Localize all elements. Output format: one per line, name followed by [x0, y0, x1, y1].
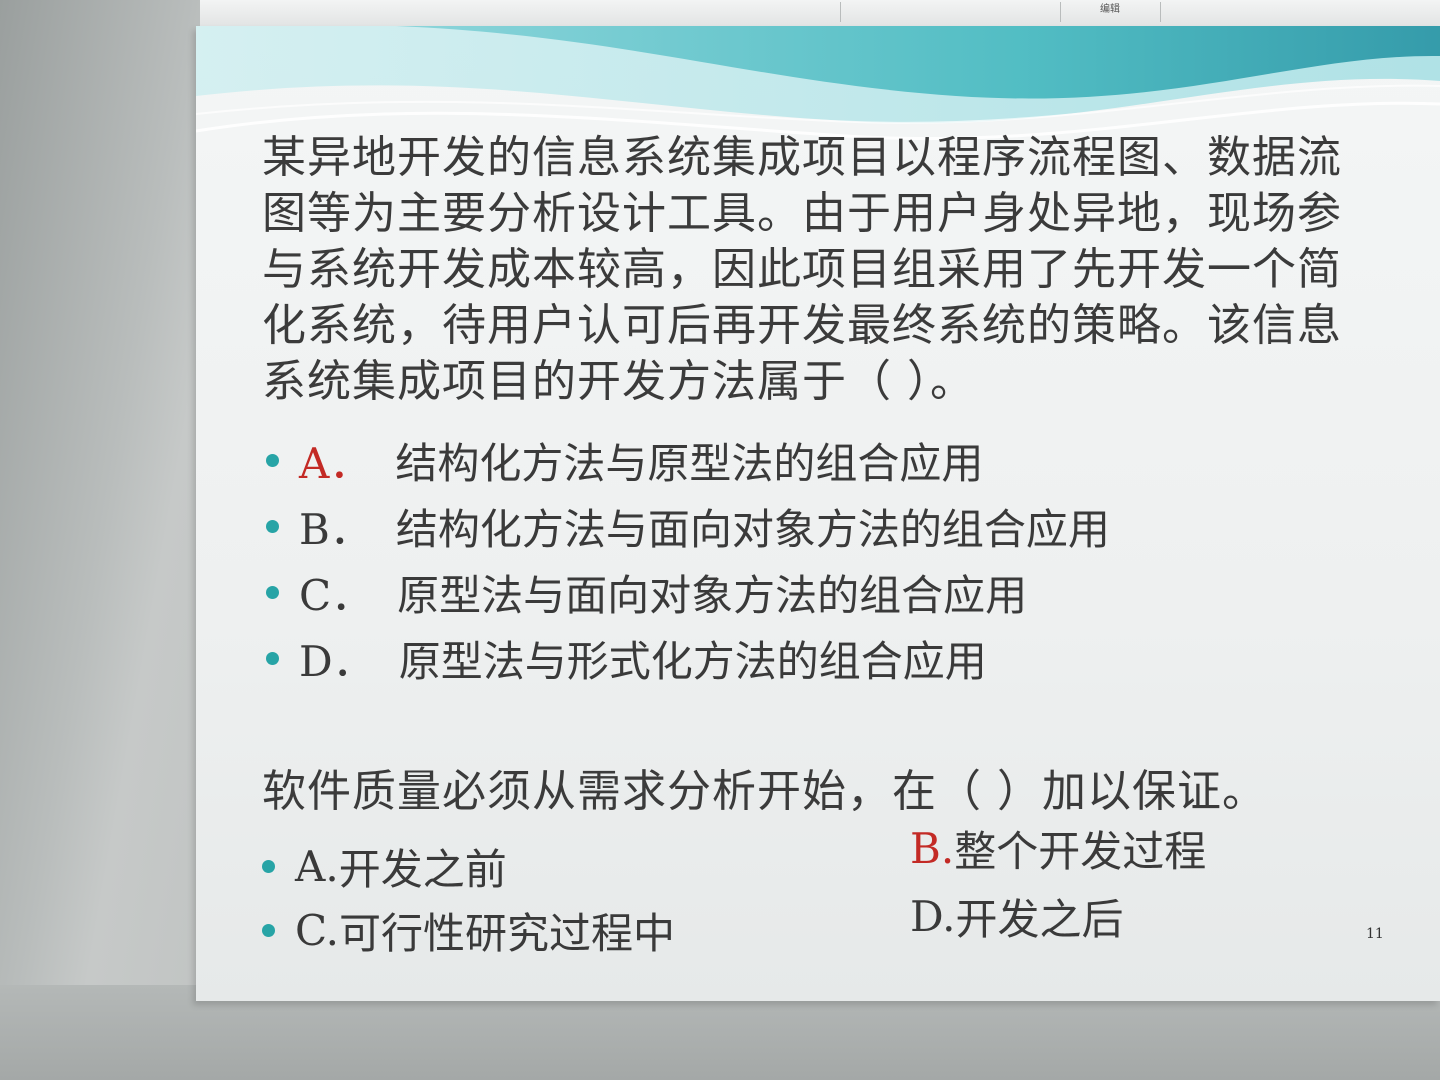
option-letter: C. — [295, 906, 339, 955]
ribbon-divider — [840, 2, 841, 22]
ribbon-edit-label[interactable]: 编辑 — [1100, 0, 1120, 15]
bullet-icon — [262, 860, 275, 873]
ppt-ribbon: 编辑 — [200, 0, 1440, 27]
option-letter: C． — [299, 571, 374, 620]
option-letter: A． — [299, 439, 372, 488]
slide-page-number: 11 — [1366, 926, 1384, 942]
q2-option-a: A. 开发之前 — [262, 836, 507, 897]
q2-option-d: D. 开发之后 — [910, 886, 1124, 947]
slide-canvas[interactable]: 某异地开发的信息系统集成项目以程序流程图、数据流图等为主要分析设计工具。由于用户… — [196, 26, 1440, 1001]
option-text: 可行性研究过程中 — [339, 909, 676, 958]
option-letter: B． — [299, 505, 372, 554]
option-text: 整个开发过程 — [954, 827, 1207, 876]
bullet-icon — [262, 924, 275, 937]
option-letter: A. — [295, 842, 339, 891]
q2-option-c: C. 可行性研究过程中 — [262, 900, 675, 961]
option-text: 结构化方法与原型法的组合应用 — [395, 439, 984, 488]
q1-option-c: C． 原型法与面向对象方法的组合应用 — [266, 562, 1027, 623]
option-text: 原型法与形式化方法的组合应用 — [398, 637, 987, 686]
option-text: 结构化方法与面向对象方法的组合应用 — [395, 505, 1110, 554]
question-2-text: 软件质量必须从需求分析开始，在（ ）加以保证。 — [262, 766, 1267, 817]
ribbon-divider — [1160, 2, 1161, 22]
bullet-icon — [266, 454, 279, 467]
bullet-icon — [266, 586, 279, 599]
bullet-icon — [266, 520, 279, 533]
q1-option-b: B． 结构化方法与面向对象方法的组合应用 — [266, 496, 1110, 557]
q1-option-a: A． 结构化方法与原型法的组合应用 — [266, 430, 983, 491]
question-1-text: 某异地开发的信息系统集成项目以程序流程图、数据流图等为主要分析设计工具。由于用户… — [262, 132, 1342, 407]
option-letter: D． — [299, 637, 375, 686]
bullet-icon — [266, 652, 279, 665]
option-text: 开发之前 — [338, 845, 507, 894]
option-text: 原型法与面向对象方法的组合应用 — [397, 571, 1028, 620]
q1-option-d: D． 原型法与形式化方法的组合应用 — [266, 628, 987, 689]
q2-option-b: B. 整个开发过程 — [910, 818, 1206, 879]
ribbon-divider — [1060, 2, 1061, 22]
option-letter: B. — [910, 824, 955, 873]
option-letter: D. — [910, 892, 956, 941]
option-text: 开发之后 — [955, 895, 1124, 944]
